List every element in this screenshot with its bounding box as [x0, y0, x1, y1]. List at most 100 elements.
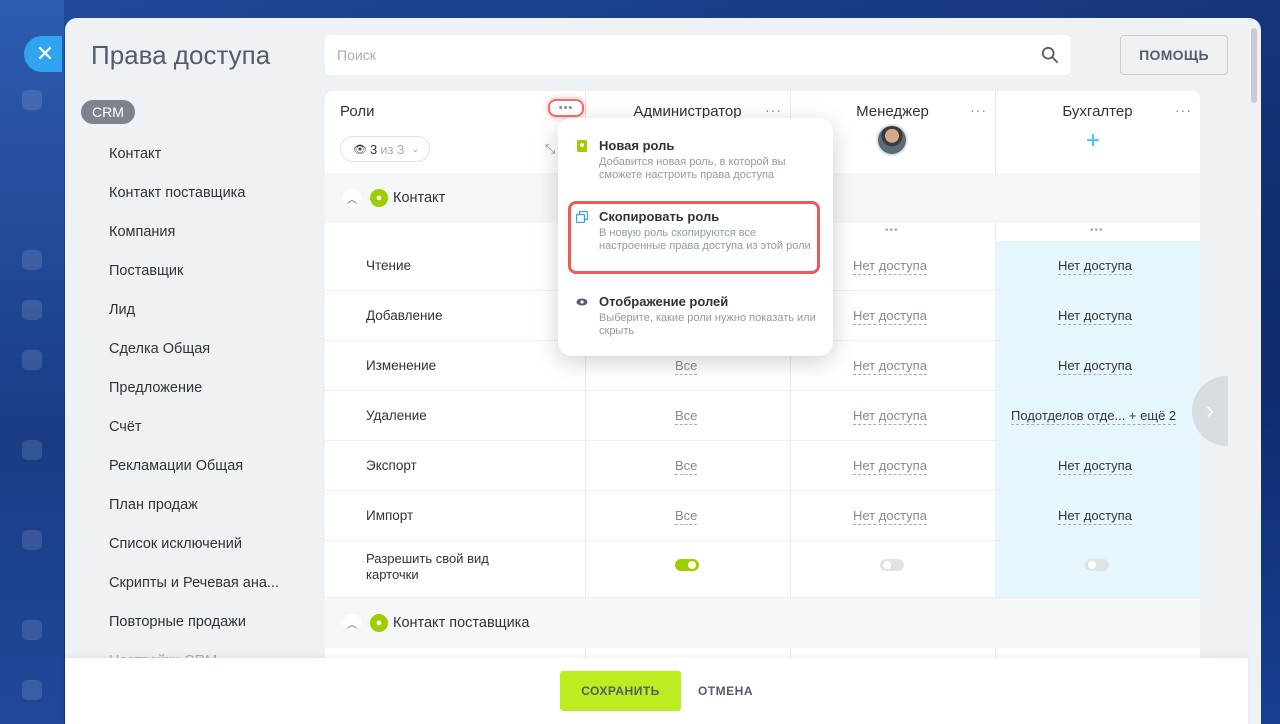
cell-accountant[interactable]: Нет доступа [1058, 308, 1132, 325]
sidebar-item-supplier-contact[interactable]: Контакт поставщика [109, 185, 245, 201]
taskbar-icon [22, 250, 42, 270]
copy-icon [576, 211, 588, 223]
sidebar-item-contact[interactable]: Контакт [109, 146, 161, 162]
menu-item-title: Новая роль [599, 138, 675, 153]
sidebar-item-exclusions[interactable]: Список исключений [109, 536, 242, 552]
table-row: Экспорт Все Нет доступа Нет доступа [325, 441, 1200, 491]
visible-roles-counter[interactable]: 👁 3 из 3 ⌄ [340, 136, 430, 162]
chevron-down-icon: ⌄ [411, 143, 420, 155]
cell-accountant[interactable]: Нет доступа [1058, 508, 1132, 525]
taskbar-icon [22, 300, 42, 320]
row-name: Удаление [366, 408, 427, 423]
menu-item-desc: Выберите, какие роли нужно показать или … [599, 312, 816, 337]
eye-icon: 👁 [353, 143, 367, 156]
person-icon: ● [370, 189, 388, 207]
cell-admin[interactable]: Все [675, 408, 698, 425]
save-button[interactable]: СОХРАНИТЬ [560, 671, 681, 711]
accountant-more-icon[interactable]: ··· [1175, 103, 1192, 117]
chevron-up-icon[interactable]: ︿ [343, 614, 361, 632]
sidebar-item-sales-plan[interactable]: План продаж [109, 497, 198, 513]
table-row: Разрешить свой вид карточки [325, 541, 1200, 598]
group-row-supplier-contact: ︿ ● Контакт поставщика [325, 598, 1200, 648]
cell-admin[interactable]: Все [675, 458, 698, 475]
row-name: Чтение [366, 258, 412, 273]
cell-admin[interactable]: Все [675, 508, 698, 525]
row-name: Изменение [366, 358, 437, 373]
add-user-icon[interactable]: + [1086, 129, 1100, 153]
cell-admin[interactable]: Все [675, 358, 698, 375]
column-header-accountant: Бухгалтер [1062, 103, 1133, 120]
menu-item-title: Скопировать роль [599, 209, 720, 224]
cell-manager[interactable]: Нет доступа [853, 408, 927, 425]
sidebar-item-invoice[interactable]: Счёт [109, 419, 142, 435]
collapse-icon[interactable]: ⤡ [545, 141, 555, 157]
menu-item-title: Отображение ролей [599, 294, 729, 309]
search-input[interactable]: Поиск [325, 35, 1071, 75]
scrollbar[interactable] [1251, 28, 1257, 103]
search-placeholder: Поиск [337, 47, 376, 63]
cell-accountant[interactable]: Нет доступа [1058, 258, 1132, 275]
cell-manager[interactable]: Нет доступа [853, 358, 927, 375]
taskbar-icon [22, 440, 42, 460]
roles-dropdown-menu: Новая роль Добавится новая роль, в котор… [558, 118, 833, 356]
cell-manager[interactable]: Нет доступа [853, 308, 927, 325]
accountant-toggle[interactable] [1085, 559, 1109, 571]
cell-manager[interactable]: Нет доступа [853, 258, 927, 275]
avatar[interactable] [876, 124, 908, 156]
search-icon[interactable] [1041, 46, 1059, 64]
manager-toggle[interactable] [880, 559, 904, 571]
cell-manager[interactable]: Нет доступа [853, 458, 927, 475]
roles-header: Роли [340, 103, 375, 120]
cancel-button[interactable]: ОТМЕНА [698, 684, 753, 698]
cell-accountant[interactable]: Подотделов отде... + ещё 2 [1011, 408, 1177, 425]
group-name: Контакт [393, 190, 446, 206]
row-name: Экспорт [366, 458, 417, 473]
table-row: Удаление Все Нет доступа Подотделов отде… [325, 391, 1200, 441]
row-name: Импорт [366, 508, 414, 523]
sidebar-item-claims[interactable]: Рекламации Общая [109, 458, 243, 474]
sidebar-item-scripts[interactable]: Скрипты и Речевая ана... [109, 575, 279, 591]
taskbar-icon [22, 530, 42, 550]
menu-item-desc: В новую роль скопируются все настроенные… [599, 227, 811, 252]
manager-column-dots-icon[interactable]: ••• [885, 225, 899, 236]
manager-more-icon[interactable]: ··· [970, 103, 987, 117]
taskbar-icon [22, 680, 42, 700]
counter-value: 3 [369, 141, 378, 157]
eye-icon [576, 298, 588, 306]
taskbar-icon [22, 90, 42, 110]
sidebar-item-repeat-sales[interactable]: Повторные продажи [109, 614, 246, 630]
new-role-icon [577, 140, 587, 152]
sidebar-item-company[interactable]: Компания [109, 224, 175, 240]
sidebar: CRM Контакт Контакт поставщика Компания … [65, 96, 325, 676]
accountant-column-dots-icon[interactable]: ••• [1090, 225, 1104, 236]
sidebar-item-deal[interactable]: Сделка Общая [109, 341, 210, 357]
taskbar-icon [22, 620, 42, 640]
person-icon: ● [370, 614, 388, 632]
sidebar-item-supplier[interactable]: Поставщик [109, 263, 183, 279]
admin-more-icon[interactable]: ··· [765, 103, 782, 117]
footer-bar: СОХРАНИТЬ ОТМЕНА [65, 658, 1248, 724]
crm-tag[interactable]: CRM [81, 100, 135, 124]
table-row: Импорт Все Нет доступа Нет доступа [325, 491, 1200, 541]
more-dots-icon: ••• [558, 102, 574, 114]
row-name: Разрешить свой вид карточки [366, 551, 489, 582]
row-name: Добавление [366, 308, 443, 323]
cell-accountant[interactable]: Нет доступа [1058, 458, 1132, 475]
close-button[interactable]: ✕ [24, 36, 62, 72]
close-icon: ✕ [35, 41, 55, 66]
column-header-manager: Менеджер [856, 103, 929, 120]
cell-accountant[interactable]: Нет доступа [1058, 358, 1132, 375]
group-name: Контакт поставщика [393, 615, 530, 631]
sidebar-item-lead[interactable]: Лид [109, 302, 135, 318]
background-taskbar [0, 0, 64, 724]
chevron-right-icon: › [1206, 397, 1214, 424]
help-button[interactable]: ПОМОЩЬ [1120, 35, 1228, 75]
chevron-up-icon[interactable]: ︿ [343, 189, 361, 207]
cell-manager[interactable]: Нет доступа [853, 508, 927, 525]
taskbar-icon [22, 350, 42, 370]
sidebar-item-quote[interactable]: Предложение [109, 380, 202, 396]
page-title: Права доступа [91, 40, 271, 70]
admin-toggle[interactable] [675, 559, 699, 571]
counter-of: из 3 [380, 141, 405, 157]
roles-more-button[interactable]: ••• [548, 99, 584, 117]
